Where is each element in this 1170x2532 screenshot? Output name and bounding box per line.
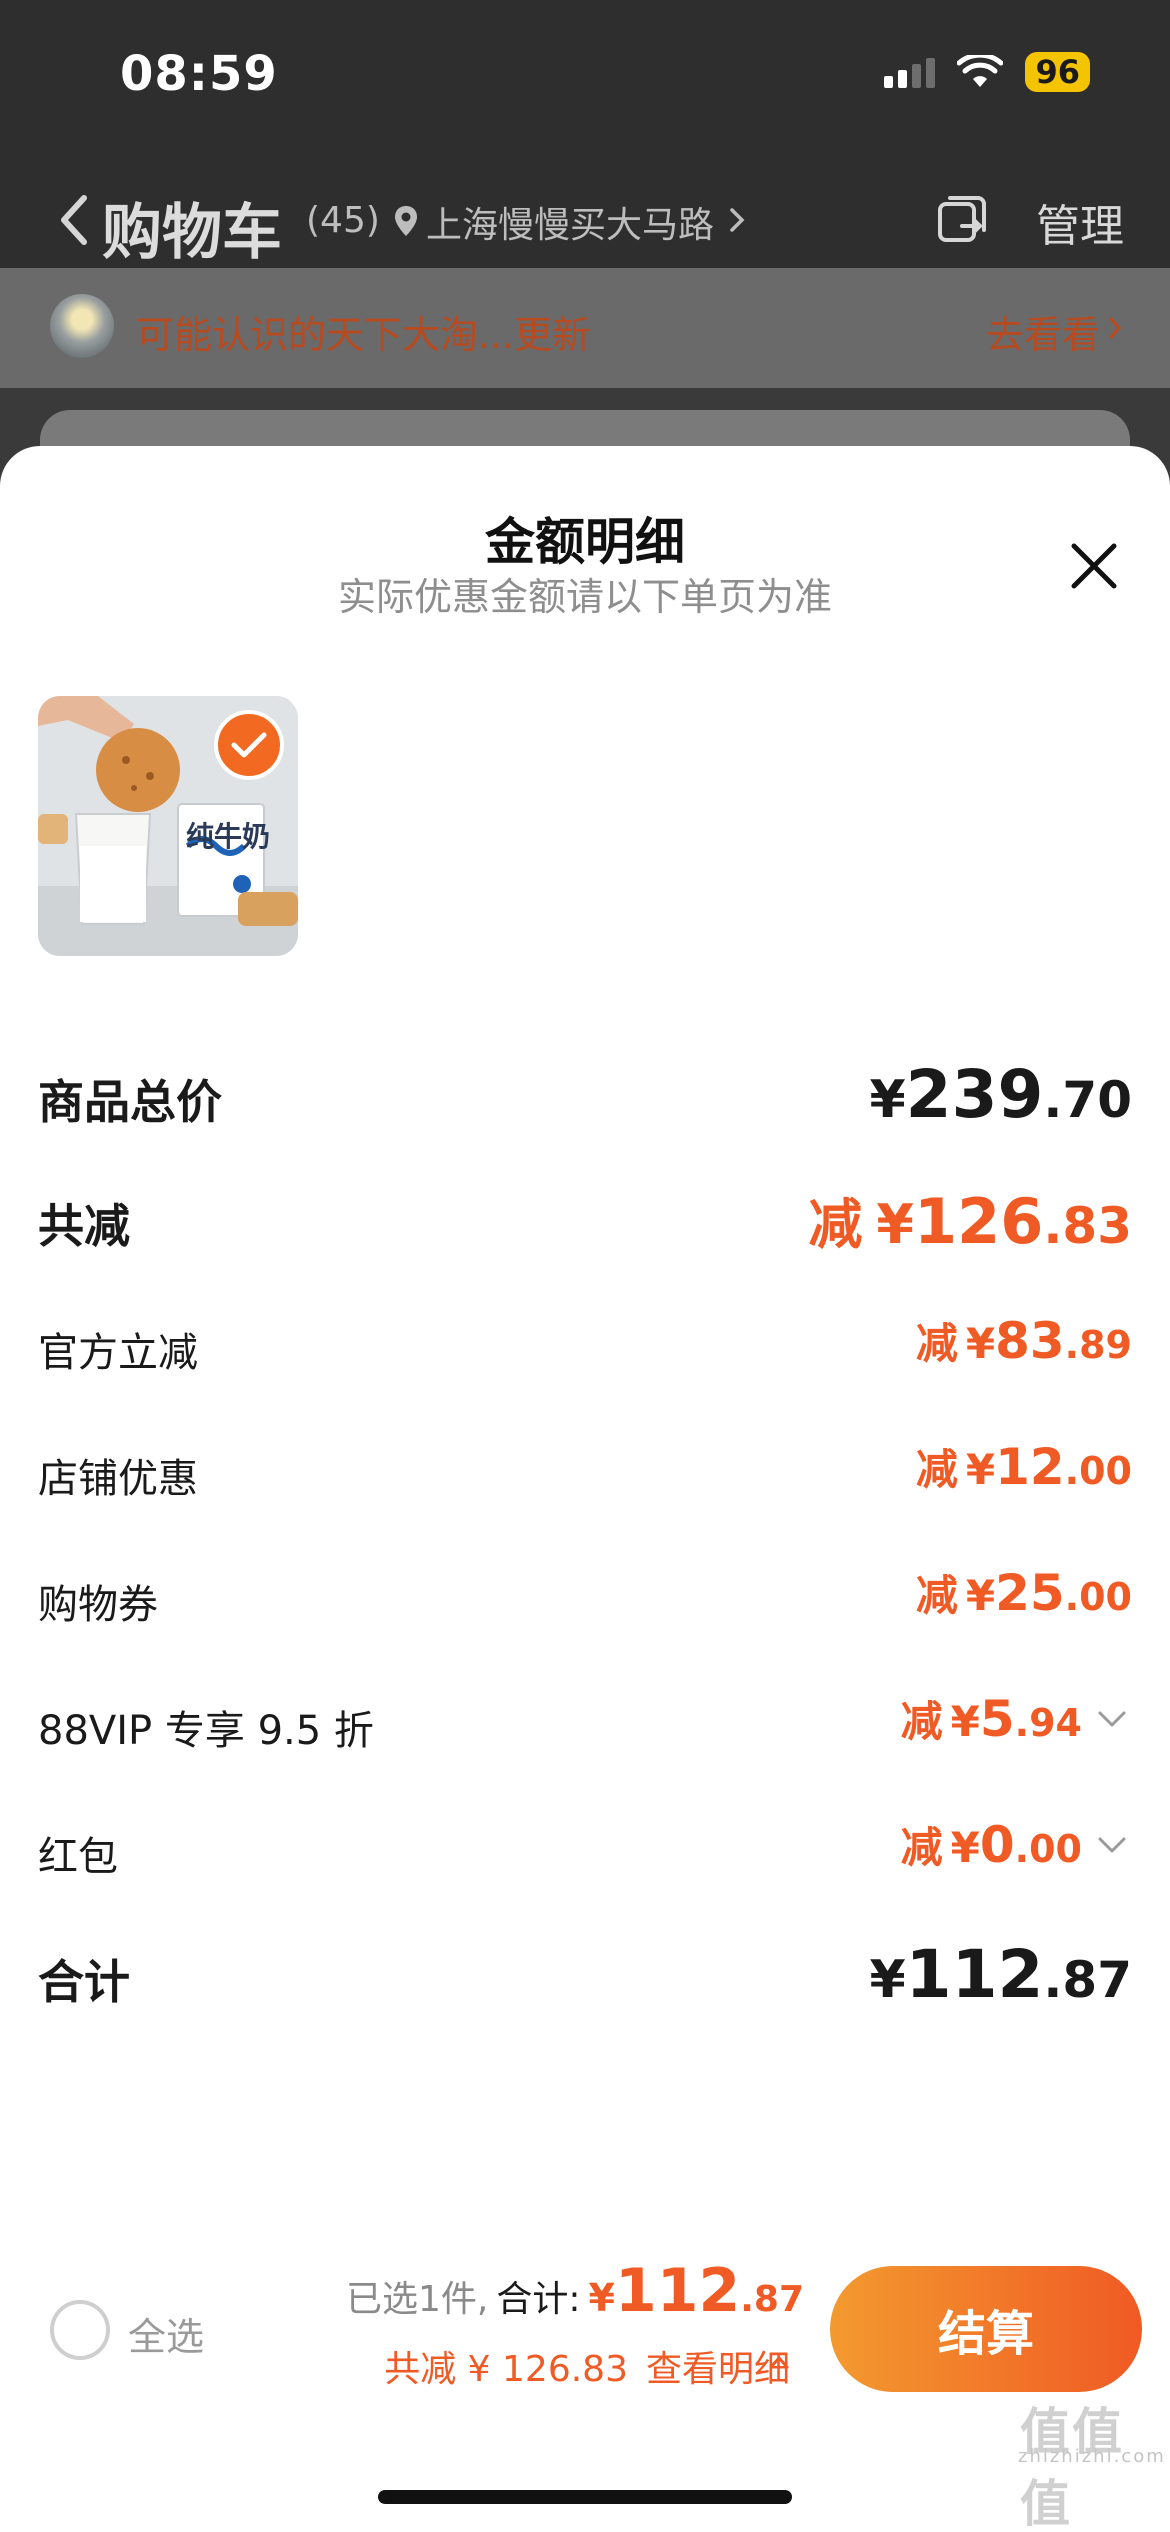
row-label: 购物券: [38, 1582, 158, 1628]
cart-summary: 已选1件, 合计: ¥112.87: [346, 2256, 804, 2326]
location-pin-icon: [395, 206, 417, 236]
selected-count: 已选1件,: [346, 2279, 489, 2320]
back-icon[interactable]: [54, 192, 94, 248]
page-title: 购物车: [102, 198, 282, 268]
select-all-label[interactable]: 全选: [128, 2306, 204, 2361]
row-subtotal: 商品总价 ¥239.70: [38, 1056, 1132, 1136]
row-value: ¥239.70: [869, 1056, 1132, 1133]
total-label: 合计:: [496, 2279, 581, 2320]
row-official-discount: 官方立减 减 ¥83.89: [38, 1310, 1132, 1390]
total-dec: .87: [740, 2279, 804, 2320]
row-value: 减 ¥83.89: [915, 1312, 1132, 1370]
row-shop-discount: 店铺优惠 减 ¥12.00: [38, 1436, 1132, 1516]
row-label: 88VIP 专享 9.5 折: [38, 1708, 374, 1754]
status-icons: 96: [884, 52, 1090, 92]
cart-count: (45): [306, 200, 380, 241]
row-value: 减 ¥5.94: [900, 1690, 1082, 1748]
row-88vip[interactable]: 88VIP 专享 9.5 折 减 ¥5.94: [38, 1688, 1132, 1768]
discount-summary[interactable]: 共减 ¥ 126.83 查看明细: [384, 2340, 790, 2392]
row-value: 减 ¥126.83: [808, 1185, 1132, 1258]
sheet-subtitle: 实际优惠金额请以下单页为准: [337, 575, 832, 619]
milk-box-label: 纯牛奶: [186, 820, 270, 853]
row-coupon: 购物券 减 ¥25.00: [38, 1562, 1132, 1642]
row-label: 红包: [38, 1834, 118, 1880]
banner-link[interactable]: 去看看: [986, 304, 1100, 359]
row-label: 官方立减: [38, 1330, 198, 1376]
battery-badge: 96: [1025, 52, 1090, 92]
share-cart-icon[interactable]: [934, 192, 990, 248]
top-bar: 08:59 96 购物车 (45) 上海慢慢买大马路 管理: [0, 0, 1170, 268]
row-value: 减 ¥12.00: [915, 1438, 1132, 1496]
row-total: 合计 ¥112.87: [38, 1936, 1132, 2016]
select-all-radio[interactable]: [50, 2300, 110, 2360]
chevron-up-icon[interactable]: [768, 2354, 790, 2370]
row-total-discount: 共减 减 ¥126.83: [38, 1180, 1132, 1260]
row-label: 共减: [38, 1199, 130, 1253]
location-text[interactable]: 上海慢慢买大马路: [426, 196, 714, 248]
close-icon[interactable]: [1064, 536, 1124, 596]
chevron-right-icon: [1109, 317, 1122, 339]
saved-amount: 共减 ¥ 126.83: [384, 2349, 628, 2390]
row-label: 商品总价: [38, 1075, 222, 1129]
chevron-right-icon: [730, 208, 745, 232]
row-label: 店铺优惠: [38, 1456, 198, 1502]
checkout-button[interactable]: 结算: [830, 2266, 1142, 2392]
avatar: [50, 294, 114, 358]
row-value: 减 ¥25.00: [915, 1564, 1132, 1622]
friends-banner[interactable]: 可能认识的天下大淘...更新 去看看: [0, 268, 1170, 388]
banner-text: 可能认识的天下大淘...更新: [136, 313, 591, 357]
nav-bar: 购物车 (45) 上海慢慢买大马路 管理: [0, 170, 1170, 270]
wifi-icon: [957, 55, 1004, 87]
product-thumbnail[interactable]: 纯牛奶: [38, 696, 298, 956]
manage-button[interactable]: 管理: [1036, 190, 1124, 254]
row-value: ¥112.87: [869, 1936, 1132, 2013]
watermark-text: zhizhizhi.com: [1018, 2446, 1166, 2467]
sheet-title: 金额明细: [485, 513, 685, 571]
chevron-down-icon[interactable]: [1096, 1834, 1128, 1856]
amount-detail-sheet: 金额明细 实际优惠金额请以下单页为准 纯牛奶 商品总价 ¥ 239 .70 共减…: [0, 446, 1170, 2532]
total-int: 112: [614, 2256, 741, 2326]
signal-icon: [884, 56, 936, 88]
row-label: 合计: [38, 1955, 130, 2009]
home-indicator[interactable]: [378, 2490, 792, 2504]
status-time: 08:59: [120, 46, 278, 102]
row-red-packet[interactable]: 红包 减 ¥0.00: [38, 1814, 1132, 1894]
selected-check-icon[interactable]: [214, 710, 284, 780]
total-yen: ¥: [588, 2276, 615, 2320]
row-value: 减 ¥0.00: [900, 1816, 1082, 1874]
chevron-down-icon[interactable]: [1096, 1708, 1128, 1730]
